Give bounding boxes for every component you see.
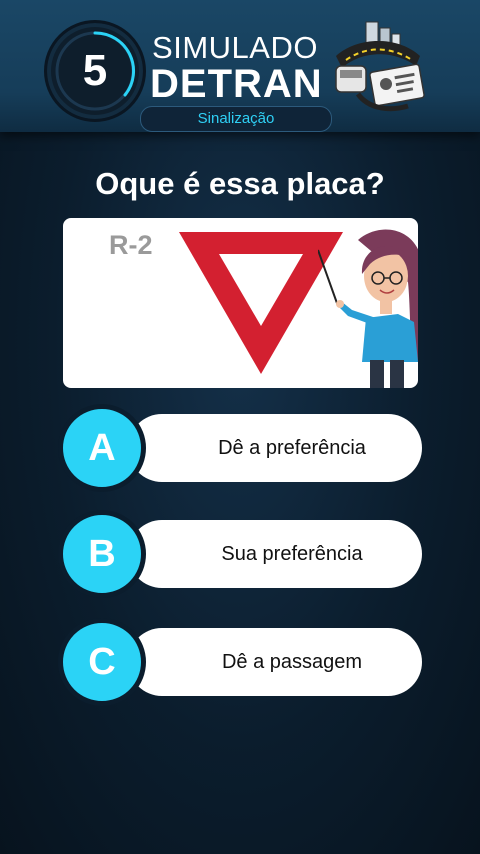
question-counter: 5 (44, 20, 146, 122)
title-simulado: SIMULADO (152, 30, 318, 65)
option-c-text[interactable]: Dê a passagem (163, 628, 421, 696)
option-c[interactable]: Dê a passagem C (58, 618, 422, 706)
question-number: 5 (82, 46, 108, 95)
option-b[interactable]: Sua preferência B (58, 510, 422, 598)
teacher-pointer-illustration (318, 229, 418, 388)
category-badge: Sinalização (140, 106, 332, 132)
sign-card: R-2 (63, 218, 418, 388)
sign-code-label: R-2 (109, 230, 153, 260)
option-b-letter[interactable]: B (58, 510, 146, 598)
title-detran: DETRAN (150, 62, 323, 106)
question-text: Oque é essa placa? (95, 166, 385, 201)
detran-logo-icon (335, 21, 425, 112)
header-banner: 5 SIMULADO DETRAN Sinalização (0, 0, 480, 132)
option-a-text[interactable]: Dê a preferência (163, 414, 421, 482)
option-b-text[interactable]: Sua preferência (163, 520, 421, 588)
option-c-letter[interactable]: C (58, 618, 146, 706)
option-a[interactable]: Dê a preferência A (58, 404, 422, 492)
option-a-letter[interactable]: A (58, 404, 146, 492)
